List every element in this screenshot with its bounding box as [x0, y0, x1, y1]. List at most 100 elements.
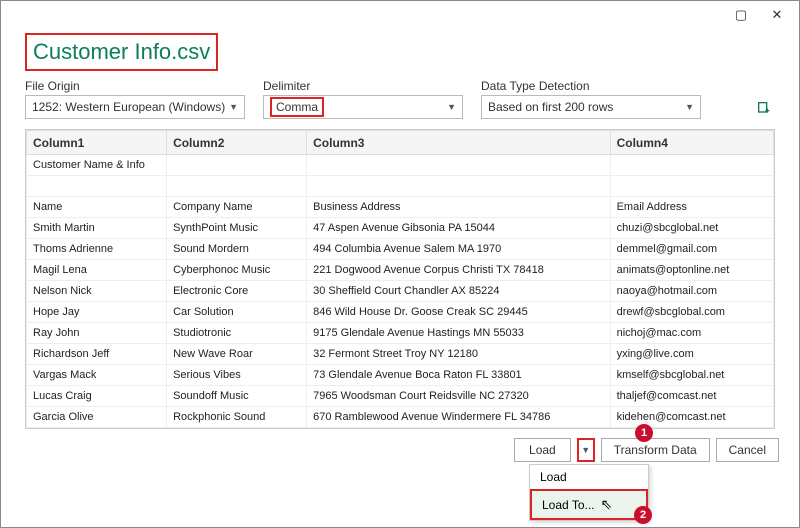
- table-cell: Smith Martin: [27, 218, 167, 239]
- delimiter-group: Delimiter Comma ▼: [263, 79, 463, 119]
- table-cell: New Wave Roar: [167, 344, 307, 365]
- table-row: Thoms AdrienneSound Mordern494 Columbia …: [27, 239, 774, 260]
- table-cell: 670 Ramblewood Avenue Windermere FL 3478…: [307, 407, 610, 428]
- close-button[interactable]: ✕: [759, 4, 795, 26]
- table-cell: Sound Mordern: [167, 239, 307, 260]
- table-cell: demmel@gmail.com: [610, 239, 773, 260]
- column-header[interactable]: Column1: [27, 131, 167, 155]
- transform-data-button[interactable]: Transform Data: [601, 438, 710, 462]
- table-cell: [167, 176, 307, 197]
- table-cell: Thoms Adrienne: [27, 239, 167, 260]
- file-origin-dropdown[interactable]: 1252: Western European (Windows) ▼: [25, 95, 245, 119]
- table-cell: Serious Vibes: [167, 365, 307, 386]
- refresh-button[interactable]: [753, 97, 775, 119]
- table-cell: 221 Dogwood Avenue Corpus Christi TX 784…: [307, 260, 610, 281]
- menu-item-load[interactable]: Load: [530, 465, 648, 489]
- table-cell: 32 Fermont Street Troy NY 12180: [307, 344, 610, 365]
- maximize-button[interactable]: ▢: [723, 4, 759, 26]
- table-cell: Magil Lena: [27, 260, 167, 281]
- table-cell: 846 Wild House Dr. Goose Creak SC 29445: [307, 302, 610, 323]
- delimiter-dropdown[interactable]: Comma ▼: [263, 95, 463, 119]
- file-origin-group: File Origin 1252: Western European (Wind…: [25, 79, 245, 119]
- menu-item-load-to[interactable]: Load To... ⇖: [530, 489, 648, 520]
- cursor-icon: ⇖: [601, 496, 613, 513]
- table-cell: thaljef@comcast.net: [610, 386, 773, 407]
- annotation-badge-1: 1: [635, 424, 653, 442]
- chevron-down-icon: ▼: [581, 445, 590, 455]
- table-row: Hope JayCar Solution846 Wild House Dr. G…: [27, 302, 774, 323]
- detection-value: Based on first 200 rows: [488, 100, 613, 114]
- footer: 1 Load ▼ Transform Data Cancel Load Load…: [81, 438, 779, 521]
- load-button[interactable]: Load: [514, 438, 571, 462]
- table-cell: naoya@hotmail.com: [610, 281, 773, 302]
- table-cell: chuzi@sbcglobal.net: [610, 218, 773, 239]
- table-cell: Ray John: [27, 323, 167, 344]
- table-row: NameCompany NameBusiness AddressEmail Ad…: [27, 197, 774, 218]
- table-row: [27, 176, 774, 197]
- cancel-button[interactable]: Cancel: [716, 438, 779, 462]
- table-cell: animats@optonline.net: [610, 260, 773, 281]
- table-cell: Garcia Olive: [27, 407, 167, 428]
- table-cell: Vargas Mack: [27, 365, 167, 386]
- table-row: Richardson JeffNew Wave Roar32 Fermont S…: [27, 344, 774, 365]
- page-title: Customer Info.csv: [25, 33, 218, 71]
- table-cell: nichoj@mac.com: [610, 323, 773, 344]
- table-cell: Hope Jay: [27, 302, 167, 323]
- table-cell: Studiotronic: [167, 323, 307, 344]
- table-cell: [27, 176, 167, 197]
- column-header[interactable]: Column4: [610, 131, 773, 155]
- dialog-window: ▢ ✕ Customer Info.csv File Origin 1252: …: [0, 0, 800, 528]
- table-cell: [167, 155, 307, 176]
- table-row: Vargas MackSerious Vibes73 Glendale Aven…: [27, 365, 774, 386]
- annotation-badge-2: 2: [634, 506, 652, 524]
- delimiter-value: Comma: [270, 97, 324, 117]
- titlebar: ▢ ✕: [1, 1, 799, 29]
- table-cell: Richardson Jeff: [27, 344, 167, 365]
- table-cell: [610, 155, 773, 176]
- table-cell: Soundoff Music: [167, 386, 307, 407]
- preview-table-wrap: Column1 Column2 Column3 Column4 Customer…: [25, 129, 775, 429]
- refresh-icon: [756, 100, 772, 116]
- table-cell: Email Address: [610, 197, 773, 218]
- table-cell: [307, 155, 610, 176]
- table-row: Smith MartinSynthPoint Music47 Aspen Ave…: [27, 218, 774, 239]
- chevron-down-icon: ▼: [447, 102, 456, 112]
- preview-table: Column1 Column2 Column3 Column4 Customer…: [26, 130, 774, 428]
- table-cell: Business Address: [307, 197, 610, 218]
- column-header[interactable]: Column2: [167, 131, 307, 155]
- table-row: Garcia OliveRockphonic Sound670 Ramblewo…: [27, 407, 774, 428]
- table-cell: SynthPoint Music: [167, 218, 307, 239]
- table-cell: 494 Columbia Avenue Salem MA 1970: [307, 239, 610, 260]
- table-row: Nelson NickElectronic Core30 Sheffield C…: [27, 281, 774, 302]
- table-cell: kmself@sbcglobal.net: [610, 365, 773, 386]
- detection-group: Data Type Detection Based on first 200 r…: [481, 79, 701, 119]
- table-cell: 7965 Woodsman Court Reidsville NC 27320: [307, 386, 610, 407]
- table-cell: [307, 176, 610, 197]
- table-cell: Rockphonic Sound: [167, 407, 307, 428]
- load-menu: Load Load To... ⇖ 2: [529, 464, 649, 521]
- detection-label: Data Type Detection: [481, 79, 701, 93]
- table-cell: 30 Sheffield Court Chandler AX 85224: [307, 281, 610, 302]
- file-origin-value: 1252: Western European (Windows): [32, 100, 225, 114]
- table-cell: yxing@live.com: [610, 344, 773, 365]
- table-cell: 9175 Glendale Avenue Hastings MN 55033: [307, 323, 610, 344]
- column-header[interactable]: Column3: [307, 131, 610, 155]
- table-cell: 47 Aspen Avenue Gibsonia PA 15044: [307, 218, 610, 239]
- table-cell: Customer Name & Info: [27, 155, 167, 176]
- delimiter-label: Delimiter: [263, 79, 463, 93]
- table-cell: Cyberphonoc Music: [167, 260, 307, 281]
- table-cell: Lucas Craig: [27, 386, 167, 407]
- table-cell: [610, 176, 773, 197]
- table-row: Customer Name & Info: [27, 155, 774, 176]
- table-cell: Name: [27, 197, 167, 218]
- file-origin-label: File Origin: [25, 79, 245, 93]
- table-cell: Car Solution: [167, 302, 307, 323]
- detection-dropdown[interactable]: Based on first 200 rows ▼: [481, 95, 701, 119]
- table-cell: 73 Glendale Avenue Boca Raton FL 33801: [307, 365, 610, 386]
- footer-button-row: 1 Load ▼ Transform Data Cancel: [81, 438, 779, 462]
- table-cell: kidehen@comcast.net: [610, 407, 773, 428]
- table-cell: drewf@sbcglobal.com: [610, 302, 773, 323]
- controls-row: File Origin 1252: Western European (Wind…: [1, 79, 799, 127]
- table-row: Magil LenaCyberphonoc Music221 Dogwood A…: [27, 260, 774, 281]
- load-split-button[interactable]: ▼: [577, 438, 595, 462]
